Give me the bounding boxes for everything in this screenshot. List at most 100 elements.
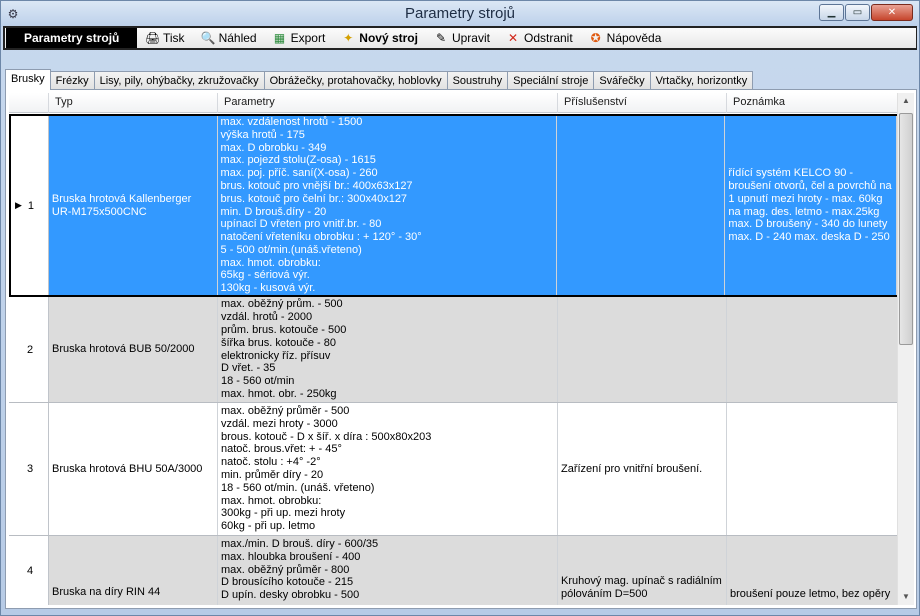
tab-vrtacky[interactable]: Vrtačky, horizontky [649, 71, 754, 90]
cell-line: Bruska hrotová Kallenberger [51, 192, 192, 205]
row-header[interactable]: 2 [9, 297, 49, 402]
table-row[interactable]: ▶ 1 Bruska hrotová Kallenberger UR-M175x500… [9, 114, 899, 297]
tab-svarecky[interactable]: Svářečky [593, 71, 651, 90]
table-row[interactable]: 4 Bruska na díry RIN 44 max./min. D brouš.… [9, 536, 899, 605]
cell-parametry[interactable]: max. oběžný prům. - 500 vzdál. hrotů - 20… [218, 297, 558, 402]
tab-frezky[interactable]: Frézky [49, 71, 95, 90]
cell-line: max./min. D brouš. díry - 600/35 [221, 538, 379, 550]
cell-line: 5 - 500 ot/min.(unáš.vřeteno) [220, 243, 362, 256]
cell-line: D brousícího kotouče - 215 [221, 576, 354, 589]
cell-parametry[interactable]: max. vzdálenost hrotů - 1500 výška hrotů … [217, 116, 557, 295]
row-number: 3 [26, 463, 34, 475]
print-button-label: Tisk [163, 31, 185, 45]
cell-line: brus. kotouč pro čelní br.: 300x40x127 [220, 192, 408, 205]
export-button[interactable]: ▦ Export [265, 28, 334, 48]
row-header[interactable]: 3 [9, 403, 49, 535]
cell-line: max. oběžný prům. - 500 [221, 298, 343, 311]
cell-line: natočení vřeteníku obrobku : + 120° - 30… [220, 231, 422, 244]
cell-typ[interactable]: Bruska hrotová BHU 50A/3000 [49, 403, 218, 535]
cell-line: vzdál. mezi hroty - 3000 [221, 417, 338, 430]
cell-line: na mag. des. letmo - max.25kg [728, 205, 880, 218]
cell-line: max. hloubka broušení - 400 [221, 550, 361, 563]
cell-line: max. pojezd stolu(Z-osa) - 1615 [220, 154, 376, 167]
preview-icon: 🔍 [200, 31, 216, 45]
tab-soustruhy[interactable]: Soustruhy [446, 71, 509, 90]
preview-button-label: Náhled [218, 31, 257, 45]
cell-typ[interactable]: Bruska na díry RIN 44 [49, 536, 218, 605]
edit-button-label: Upravit [451, 31, 490, 45]
scroll-down-icon[interactable]: ▼ [898, 589, 914, 605]
help-button[interactable]: ✪ Nápověda [581, 28, 670, 48]
table-row[interactable]: 2 Bruska hrotová BUB 50/2000 max. oběžný p… [9, 297, 899, 403]
header-prislusenstvi[interactable]: Příslušenství [558, 93, 727, 113]
cell-line: 130kg - kusová výr. [220, 282, 316, 295]
cell-line: elektronicky říz. přísuv [221, 349, 331, 362]
cell-line: Zařízení pro vnitřní broušení. [561, 462, 703, 475]
cell-line: výška hrotů - 175 [220, 128, 305, 141]
preview-button[interactable]: 🔍 Náhled [193, 28, 265, 48]
tab-specialni[interactable]: Speciální stroje [507, 71, 595, 90]
cell-line: max. oběžný průměr - 500 [221, 405, 350, 418]
cell-prislusenstvi[interactable] [556, 116, 726, 295]
new-machine-button[interactable]: ✦ Nový stroj [333, 28, 426, 48]
cell-poznamka[interactable] [727, 403, 899, 535]
cell-typ[interactable]: Bruska hrotová BUB 50/2000 [49, 297, 218, 402]
cell-parametry[interactable]: max./min. D brouš. díry - 600/35 max. hlo… [218, 536, 558, 605]
cell-line: max. vzdálenost hrotů - 1500 [220, 116, 363, 128]
tab-lisy[interactable]: Lisy, pily, ohýbačky, zkružovačky [93, 71, 265, 90]
table-row[interactable]: 3 Bruska hrotová BHU 50A/3000 max. oběžný … [9, 403, 899, 536]
delete-button[interactable]: ✕ Odstranit [498, 28, 581, 48]
row-number: 1 [27, 199, 35, 212]
scroll-up-icon[interactable]: ▲ [898, 93, 914, 109]
cell-line: max. D obrobku - 349 [220, 141, 327, 154]
header-poznamka[interactable]: Poznámka [727, 93, 899, 113]
cell-line: 300kg - při up. mezi hroty [221, 507, 346, 520]
tab-brusky[interactable]: Brusky [5, 69, 51, 90]
maximize-icon[interactable]: ▭ [845, 4, 870, 21]
vertical-scrollbar[interactable]: ▲ ▼ [897, 93, 914, 605]
cell-line: max. oběžný průměr - 800 [221, 563, 350, 576]
export-button-label: Export [290, 31, 326, 45]
cell-poznamka[interactable]: broušení pouze letmo, bez opěry [727, 536, 899, 605]
tab-obrazecky[interactable]: Obrážečky, protahovačky, hoblovky [263, 71, 448, 90]
cell-line: prům. brus. kotouče - 500 [221, 323, 347, 336]
cell-poznamka[interactable]: řídící systém KELCO 90 - broušení otvorů,… [725, 116, 897, 295]
title-bar[interactable]: ⚙ Parametry strojů ▁ ▭ ✕ [1, 1, 919, 27]
print-button[interactable]: 🖨 Tisk [137, 28, 193, 48]
row-number: 2 [26, 343, 34, 356]
scroll-thumb[interactable] [899, 113, 913, 345]
cell-prislusenstvi[interactable]: Kruhový mag. upínač s radiálním pólováním… [558, 536, 727, 605]
cell-line: brous. kotouč - D x šíř. x díra : 500x80… [221, 430, 432, 443]
cell-line: broušení pouze letmo, bez opěry [730, 588, 891, 601]
cell-line: natoč. stolu : +4° -2° [221, 456, 321, 469]
row-number: 4 [26, 564, 34, 577]
cell-line: max. D broušený - 340 do lunety [728, 218, 888, 231]
cell-line: řídící systém KELCO 90 - [728, 167, 854, 180]
cell-line: Bruska na díry RIN 44 [52, 586, 161, 599]
cell-line: upínací D vřeten pro vnitř.br. - 80 [220, 218, 382, 231]
header-typ[interactable]: Typ [49, 93, 218, 113]
close-icon[interactable]: ✕ [871, 4, 913, 21]
row-header[interactable]: ▶ 1 [9, 116, 49, 295]
delete-button-label: Odstranit [523, 31, 573, 45]
cell-prislusenstvi[interactable]: Zařízení pro vnitřní broušení. [558, 403, 727, 535]
help-button-label: Nápověda [606, 31, 662, 45]
cell-line: 18 - 560 ot/min. (unáš. vřeteno) [221, 481, 375, 494]
minimize-icon[interactable]: ▁ [819, 4, 844, 21]
machines-grid-panel: Typ Parametry Příslušenství Poznámka ▶ 1 B… [5, 89, 917, 609]
cell-poznamka[interactable] [727, 297, 899, 402]
header-parametry[interactable]: Parametry [218, 93, 558, 113]
cell-line: min. průměr díry - 20 [221, 469, 324, 481]
cell-prislusenstvi[interactable] [558, 297, 727, 402]
row-header[interactable]: 4 [9, 536, 49, 605]
new-icon: ✦ [343, 31, 354, 45]
toolbar: Parametry strojů 🖨 Tisk 🔍 Náhled ▦ Expor… [3, 26, 917, 50]
cell-line: 65kg - sériová výr. [220, 269, 310, 282]
edit-button[interactable]: ✎ Upravit [426, 28, 498, 48]
cell-line: pólováním D=500 [561, 588, 648, 601]
cell-line: natoč. brous.vřet: + - 45° [221, 443, 342, 456]
cell-parametry[interactable]: max. oběžný průměr - 500 vzdál. mezi hrot… [218, 403, 558, 535]
cell-typ[interactable]: Bruska hrotová Kallenberger UR-M175x500CN… [48, 116, 218, 295]
cell-line: vzdál. hrotů - 2000 [221, 311, 313, 324]
cell-line: max. hmot. obrobku: [220, 256, 321, 269]
